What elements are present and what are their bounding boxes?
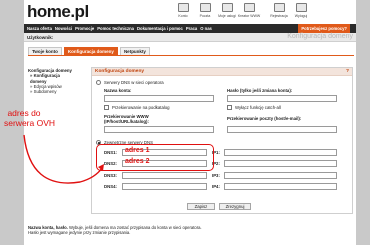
annotation-label: adres do serwera OVH (4, 108, 56, 128)
domain-config-panel: Konfiguracja domeny ? Serwery DNS w siec… (91, 67, 353, 214)
mail-redirect-label: Przekierowanie poczty (host/e-mail): (227, 116, 302, 121)
info-line2: Hasło jest wymagane jedynie przy zmianie… (28, 230, 131, 236)
www-redirect-input[interactable] (104, 126, 214, 133)
redirect-subdir-label: Przekierowanie na podkatalog (112, 105, 170, 110)
ip3-input[interactable] (224, 172, 337, 179)
top-icon-bar: Konto Poczta Moje usługi Kreator WWW Rej… (172, 3, 312, 18)
save-button[interactable]: Zapisz (187, 203, 215, 210)
nav-item-o-nas[interactable]: O nas (200, 26, 212, 31)
moje-uslugi-icon[interactable]: Moje usługi (216, 3, 238, 18)
redirect-subdir-checkbox[interactable] (104, 105, 109, 110)
disable-catchall-label: Wyłącz funkcję catch-all (235, 105, 281, 110)
ip3-label: IP3: (212, 173, 220, 178)
nav-item-nowosci[interactable]: Nowości (55, 26, 72, 31)
own-dns-label: Serwery DNS w sieci operatora (104, 80, 164, 85)
host-name-input[interactable] (104, 95, 214, 102)
help-icon[interactable]: ? (346, 69, 349, 74)
user-bar: Użytkownik: Konfiguracja domeny (24, 33, 356, 42)
ip4-label: IP4: (212, 184, 220, 189)
wyloguj-icon[interactable]: Wyloguj (290, 3, 312, 18)
cancel-button[interactable]: Zrezygnuj (219, 203, 251, 210)
ip2-input[interactable] (224, 160, 337, 167)
password-label: Hasło (tylko jeśli zmiana konta): (227, 88, 293, 93)
disable-catchall-checkbox[interactable] (227, 105, 232, 110)
kreator-www-icon[interactable]: Kreator WWW (238, 3, 260, 18)
panel-header: Konfiguracja domeny ? (92, 68, 352, 76)
www-redirect-sublabel: (IP/host/URL/katalog): (104, 119, 149, 124)
nav-item-pomoc-techniczna[interactable]: Pomoc techniczna (97, 26, 134, 31)
dns4-label: DNS4: (104, 184, 117, 189)
help-link[interactable]: Potrzebujesz pomocy? (298, 24, 350, 33)
tab-underline (28, 55, 354, 56)
dns4-input[interactable] (122, 183, 207, 190)
panel-title: Konfiguracja domeny (95, 69, 145, 74)
page: home.pl Konto Poczta Moje usługi Kreator… (24, 0, 356, 245)
host-name-label: Nazwa konta: (104, 88, 132, 93)
left-nav: Konfiguracja domeny » Konfiguracja domen… (28, 68, 72, 94)
nav-item-oferta[interactable]: Nasza oferta (27, 26, 52, 31)
dns3-label: DNS3: (104, 173, 117, 178)
konto-icon[interactable]: Konto (172, 3, 194, 18)
annotation-line-2: serwera OVH (4, 118, 56, 128)
ip1-input[interactable] (224, 149, 337, 156)
user-label: Użytkownik: (27, 34, 54, 40)
nav-item-dokumentacja[interactable]: Dokumentacja i pomoc (137, 26, 183, 31)
info-line1: Wybuje, jeśli domena ma zostać przypisan… (67, 225, 202, 230)
home-pl-logo[interactable]: home.pl (27, 2, 89, 22)
password-input[interactable] (227, 95, 337, 102)
dns3-input[interactable] (122, 172, 207, 179)
annotation-line-1: adres do (7, 108, 41, 118)
own-dns-radio[interactable] (96, 80, 101, 85)
page-title: Konfiguracja domeny (287, 33, 353, 40)
mail-redirect-input[interactable] (227, 126, 337, 133)
main-nav: Nasza oferta Nowości Promocje Pomoc tech… (24, 24, 356, 33)
info-lead: Nazwa konta, hasło. (28, 225, 68, 230)
poczta-icon[interactable]: Poczta (194, 3, 216, 18)
left-nav-item-subdomeny[interactable]: » Subdomeny (28, 89, 72, 94)
info-text: Nazwa konta, hasło. Wybuje, jeśli domena… (28, 225, 348, 236)
ip4-input[interactable] (224, 183, 337, 190)
nav-item-praca[interactable]: Praca (186, 26, 197, 31)
rejestracja-icon[interactable]: Rejestracja (268, 3, 290, 18)
nav-item-promocje[interactable]: Promocje (75, 26, 94, 31)
dns-highlight-box-panel (96, 144, 214, 171)
